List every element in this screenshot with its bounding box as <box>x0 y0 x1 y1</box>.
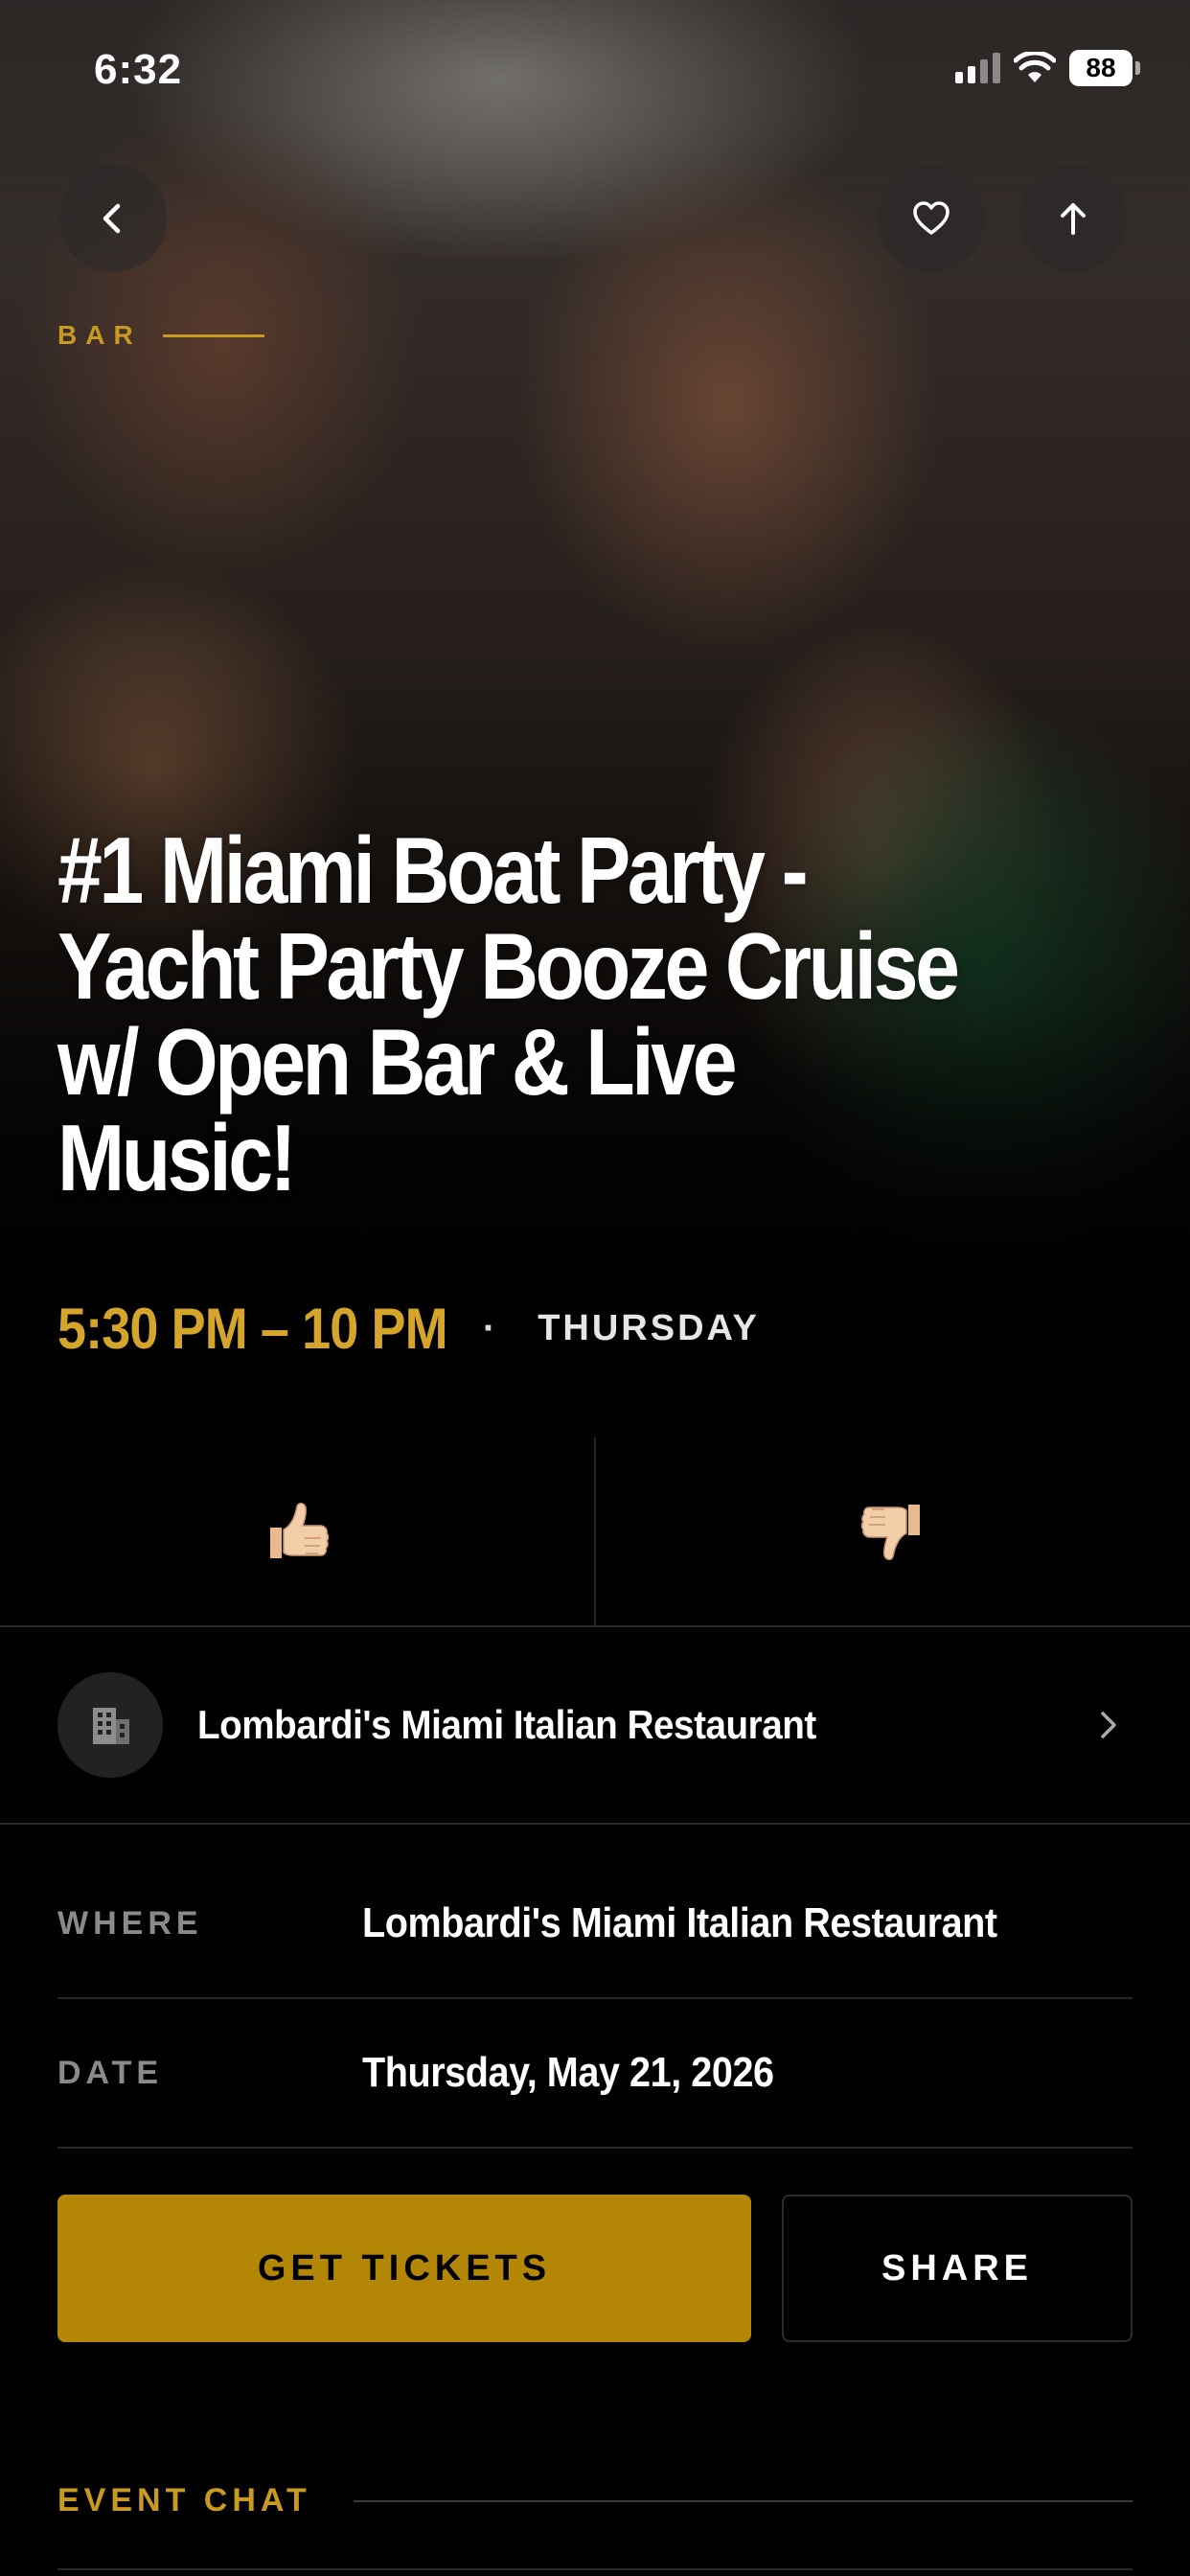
detail-row-where: WHERE Lombardi's Miami Italian Restauran… <box>57 1850 1133 1999</box>
hero-gradient-overlay <box>0 0 1190 1438</box>
venue-row[interactable]: Lombardi's Miami Italian Restaurant <box>0 1627 1190 1825</box>
arrow-up-icon <box>1061 203 1086 235</box>
event-time-range: 5:30 PM – 10 PM <box>57 1297 448 1361</box>
wifi-icon <box>1014 52 1056 82</box>
cellular-signal-icon <box>955 53 1000 83</box>
get-tickets-button[interactable]: GET TICKETS <box>57 2195 751 2342</box>
event-chat-label: EVENT CHAT <box>57 2482 311 2518</box>
event-chat-header: EVENT CHAT <box>57 2482 1133 2519</box>
building-icon <box>93 1708 129 1744</box>
detail-value: Thursday, May 21, 2026 <box>362 2049 774 2096</box>
battery-level: 88 <box>1069 50 1133 86</box>
chevron-left-icon <box>103 203 121 234</box>
vote-row <box>0 1438 1190 1627</box>
detail-row-date: DATE Thursday, May 21, 2026 <box>57 1999 1133 2149</box>
thumbs-up-icon <box>270 1503 330 1558</box>
back-button[interactable] <box>59 165 167 272</box>
thumbs-down-icon <box>860 1505 920 1560</box>
event-time-row: 5:30 PM – 10 PM · THURSDAY <box>57 1296 760 1362</box>
detail-label: WHERE <box>57 1904 203 1942</box>
thumbs-up-button[interactable] <box>0 1438 594 1625</box>
favorite-button[interactable] <box>878 165 985 272</box>
venue-name: Lombardi's Miami Italian Restaurant <box>197 1702 816 1747</box>
share-icon-button[interactable] <box>1019 165 1127 272</box>
time-separator: · <box>482 1307 496 1349</box>
category-label: BAR <box>57 320 142 350</box>
status-icons: 88 <box>955 50 1140 86</box>
event-title: #1 Miami Boat Party - Yacht Party Booze … <box>57 817 960 1210</box>
event-day: THURSDAY <box>538 1308 760 1348</box>
status-time: 6:32 <box>94 46 183 93</box>
chevron-right-icon <box>1101 1712 1116 1738</box>
thumbs-down-button[interactable] <box>594 1438 1190 1625</box>
battery-icon: 88 <box>1069 50 1140 86</box>
event-category: BAR <box>57 320 264 351</box>
heart-icon <box>913 201 950 235</box>
share-button[interactable]: SHARE <box>782 2195 1133 2342</box>
detail-label: DATE <box>57 2054 164 2091</box>
chat-section-divider <box>57 2568 1133 2570</box>
venue-icon-container <box>57 1672 163 1778</box>
category-underline <box>162 334 264 337</box>
detail-value: Lombardi's Miami Italian Restaurant <box>362 1899 997 1946</box>
event-chat-divider <box>353 2499 1133 2502</box>
